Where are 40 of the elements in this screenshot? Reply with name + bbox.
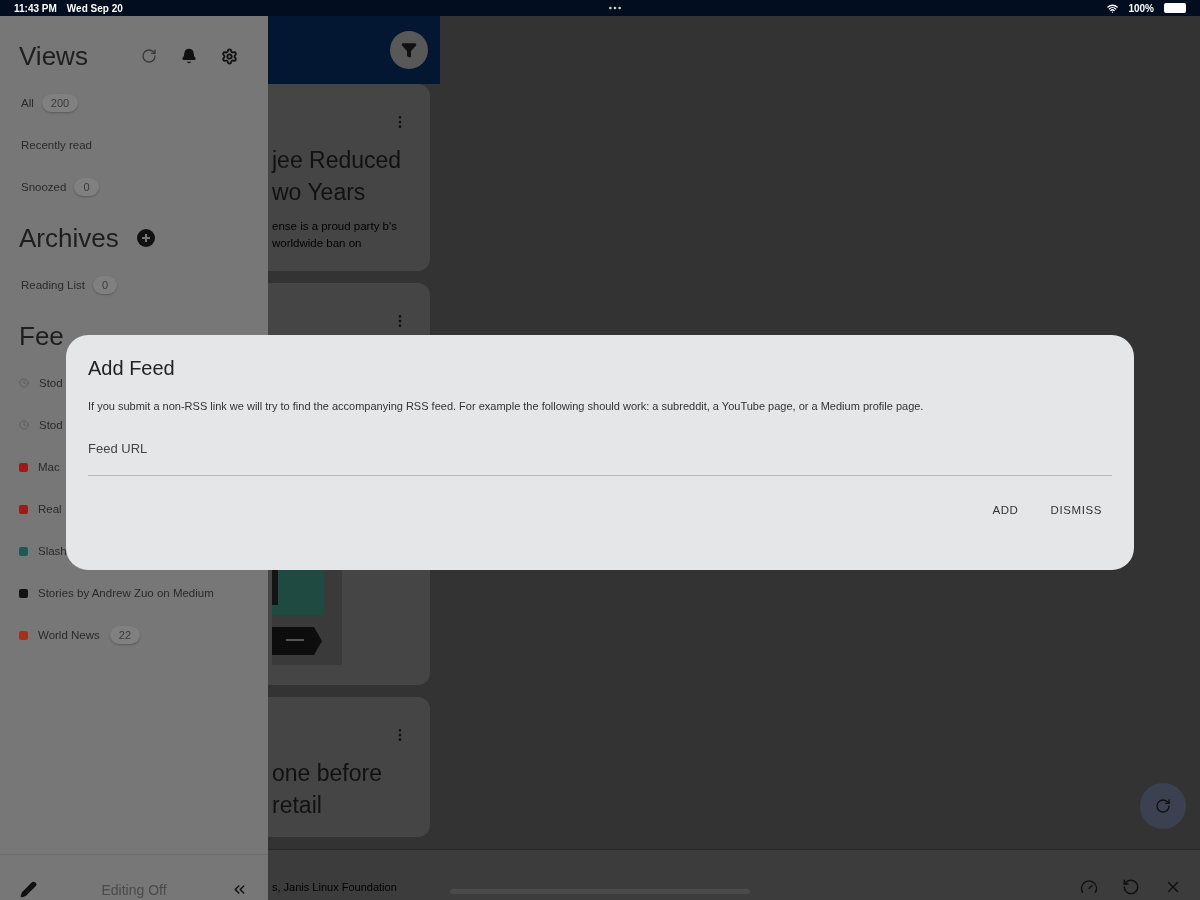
wifi-icon [1107, 2, 1119, 14]
add-circle-icon[interactable] [136, 229, 155, 247]
unread-count: 22 [109, 626, 141, 644]
dialog-description: If you submit a non-RSS link we will try to find the accompanying RSS feed. For example the following should work: a subreddit, a YouTube page, or a Medium profile page. [88, 400, 925, 412]
feed-link[interactable]: Slash [38, 545, 67, 557]
settings-icon[interactable] [221, 47, 238, 65]
dialog-button[interactable]: DISMISS [1040, 498, 1112, 522]
unread-count: 0 [74, 178, 99, 196]
status-date: Wed Sep 20 [66, 2, 123, 14]
feed-link[interactable]: Stod [39, 419, 63, 431]
refresh-icon [1155, 798, 1171, 814]
view-link[interactable]: All [21, 97, 34, 109]
feed-link[interactable]: Stod [39, 377, 63, 389]
feed-link[interactable]: Real [38, 503, 62, 515]
section-heading: Fee [19, 320, 64, 352]
refresh-button[interactable] [1140, 783, 1186, 829]
feed-link[interactable]: Mac [38, 461, 60, 473]
battery-percent: 100% [1128, 2, 1154, 14]
article-snippet: ense is a proud party b's worldwide ban on [272, 219, 398, 251]
unread-count: 0 [92, 276, 118, 294]
gauge-icon[interactable] [1080, 878, 1098, 896]
filter-icon [401, 42, 417, 58]
pencil-icon[interactable] [20, 881, 37, 898]
feed-link[interactable]: World News [38, 629, 100, 641]
section-heading: Views [19, 40, 88, 72]
refresh-icon[interactable] [141, 47, 157, 64]
battery-icon [1164, 3, 1186, 13]
archive-link[interactable]: Reading List [21, 279, 85, 291]
section-heading: Archives [19, 222, 119, 254]
feed-link[interactable]: Stories by Andrew Zuo on Medium [38, 587, 214, 599]
bell-icon[interactable] [181, 47, 197, 64]
filter-button[interactable] [390, 31, 428, 69]
view-link[interactable]: Recently read [21, 139, 92, 151]
unread-count: 200 [41, 94, 79, 112]
dialog-button[interactable]: ADD [982, 498, 1029, 522]
input-field[interactable]: Feed URL [88, 436, 1112, 476]
replay-icon[interactable] [1122, 878, 1140, 896]
dialog-title: Add Feed [88, 357, 176, 380]
status-time: 11:43 PM [14, 2, 57, 14]
view-link[interactable]: Snoozed [21, 181, 67, 193]
